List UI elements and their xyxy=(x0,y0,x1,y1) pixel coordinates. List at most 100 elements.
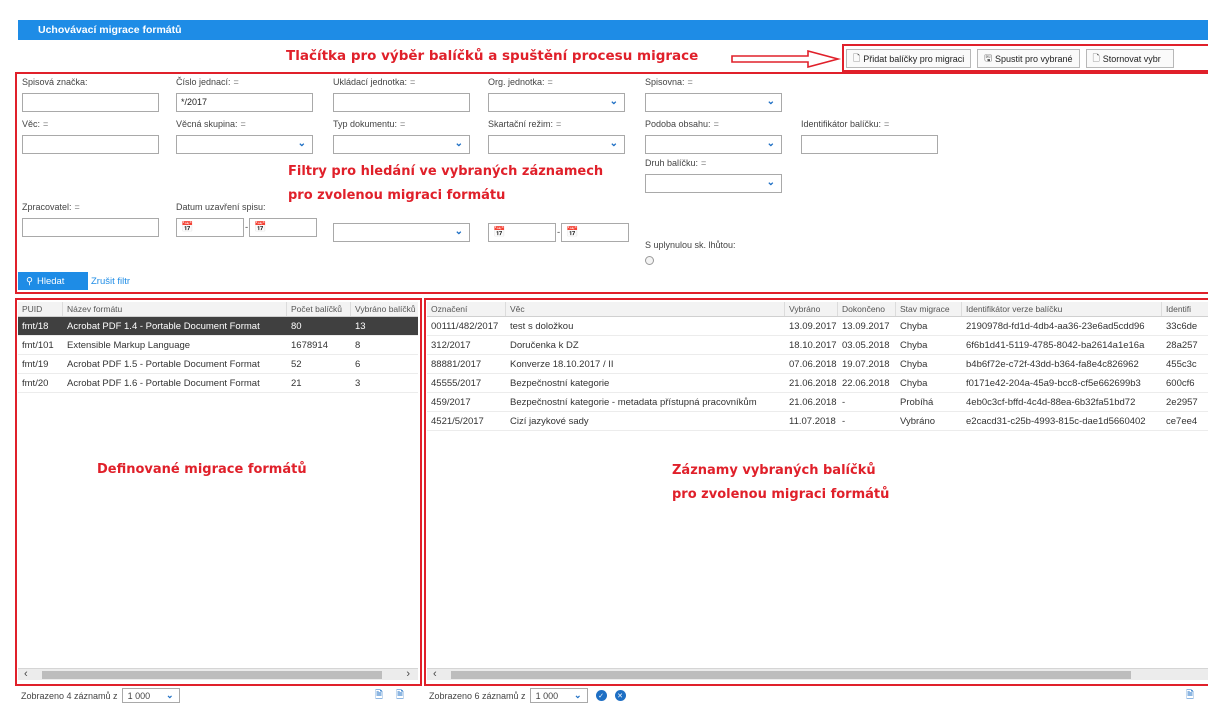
podoba-obsahu-select[interactable]: ⌄ xyxy=(645,135,782,154)
table-cell: 4eb0c3cf-bffd-4c4d-88ea-6b32fa51bd72 xyxy=(966,396,1136,408)
table-cell: - xyxy=(842,396,846,408)
vecna-skupina-select[interactable]: ⌄ xyxy=(176,135,313,154)
search-button[interactable]: ⚲ Hledat xyxy=(18,272,88,290)
typ-dokumentu-select[interactable]: ⌄ xyxy=(333,135,470,154)
left-horizontal-scrollbar[interactable]: ‹ › xyxy=(18,668,418,680)
scroll-left-icon[interactable]: ‹ xyxy=(24,668,28,680)
table-row[interactable]: 312/2017 Doručenka k DZ 18.10.2017 03.05.20… xyxy=(427,336,1208,355)
date-range: 📅 - 📅 xyxy=(176,218,318,237)
column-header[interactable]: Dokončeno xyxy=(838,302,896,316)
skartacni-rezim-select[interactable]: ⌄ xyxy=(488,135,625,154)
scroll-left-icon[interactable]: ‹ xyxy=(433,668,437,680)
table-cell: Bezpečnostní kategorie xyxy=(510,377,610,389)
export-icon[interactable]: 🗎 xyxy=(375,688,383,705)
cislo-jednaci-label: Číslo jednací: = xyxy=(176,77,239,87)
left-page-size-select[interactable]: 1 000 ⌄ xyxy=(121,688,180,703)
annotation-filters: Filtry pro hledání ve vybraných záznamec… xyxy=(288,160,638,208)
cislo-jednaci-input[interactable]: */2017 xyxy=(176,93,313,112)
table-cell: Acrobat PDF 1.5 - Portable Document Form… xyxy=(67,358,260,370)
org-jednotka-label: Org. jednotka: = xyxy=(488,77,553,87)
table-row[interactable]: 4521/5/2017 Cizí jazykové sady 11.07.2018-… xyxy=(427,412,1208,431)
unnamed-select[interactable]: ⌄ xyxy=(333,223,470,242)
column-header[interactable]: Věc xyxy=(506,302,785,316)
scroll-thumb[interactable] xyxy=(451,671,1131,679)
chevron-down-icon: ⌄ xyxy=(166,690,174,700)
spisova-znacka-input[interactable] xyxy=(22,93,159,112)
annotation-arrow xyxy=(731,50,842,68)
date-to-input[interactable]: 📅 xyxy=(249,218,318,237)
s-uplynulou-checkbox[interactable] xyxy=(645,256,654,265)
table-row[interactable]: 45555/2017 Bezpečnostní kategorie 21.06.20… xyxy=(427,374,1208,393)
close-circle-icon[interactable]: ✕ xyxy=(614,690,626,701)
calendar-icon: 📅 xyxy=(254,222,267,233)
selected-packages-table: Označení Věc Vybráno Dokončeno Stav migr… xyxy=(427,302,1208,431)
ukladaci-jednotka-label: Ukládací jednotka: = xyxy=(333,77,416,87)
table-cell: 312/2017 xyxy=(431,339,471,351)
date-from-input[interactable]: 📅 xyxy=(176,218,244,237)
table-row[interactable]: fmt/19 Acrobat PDF 1.5 - Portable Documen… xyxy=(18,355,418,374)
column-header[interactable]: Vybráno xyxy=(785,302,838,316)
table-cell: Extensible Markup Language xyxy=(67,339,191,351)
zpracovatel-input[interactable] xyxy=(22,218,159,237)
org-jednotka-select[interactable]: ⌄ xyxy=(488,93,625,112)
right-page-size-select[interactable]: 1 000 ⌄ xyxy=(529,688,588,703)
column-header[interactable]: PUID xyxy=(18,302,63,316)
column-header[interactable]: Vybráno balíčků xyxy=(351,302,418,316)
filter-unnamed-select: ⌄ xyxy=(333,223,470,242)
table-cell: b4b6f72e-c72f-43dd-b364-fa8e4c826962 xyxy=(966,358,1139,370)
column-header[interactable]: Název formátu xyxy=(63,302,287,316)
window-title: Uchovávací migrace formátů xyxy=(18,20,1208,40)
table-cell: 13 xyxy=(355,320,366,332)
add-packages-button[interactable]: 🗋 Přidat balíčky pro migraci xyxy=(846,49,972,68)
table-cell: 88881/2017 xyxy=(431,358,482,370)
column-header[interactable]: Stav migrace xyxy=(896,302,962,316)
table-cell: 13.09.2017 xyxy=(842,320,890,332)
chevron-down-icon: ⌄ xyxy=(454,226,463,237)
column-header[interactable]: Identifi xyxy=(1162,302,1208,316)
table-row[interactable]: 00111/482/2017 test s doložkou 13.09.2017 1… xyxy=(427,317,1208,336)
table-row[interactable]: fmt/18 Acrobat PDF 1.4 - Portable Documen… xyxy=(18,317,418,336)
table-cell: 21 xyxy=(291,377,302,389)
calendar-icon: 📅 xyxy=(493,227,506,238)
scroll-thumb[interactable] xyxy=(42,671,382,679)
filter-spisova-znacka: Spisová značka: xyxy=(22,77,159,112)
table-row[interactable]: fmt/20 Acrobat PDF 1.6 - Portable Documen… xyxy=(18,374,418,393)
check-circle-icon[interactable]: ✓ xyxy=(595,690,607,701)
column-header[interactable]: Označení xyxy=(427,302,506,316)
filter-podoba-obsahu: Podoba obsahu: = ⌄ xyxy=(645,119,782,154)
export-all-icon[interactable]: 🗎 xyxy=(396,688,404,705)
table-cell: Chyba xyxy=(900,377,928,389)
date-from-input-2[interactable]: 📅 xyxy=(488,223,556,242)
table-cell: Chyba xyxy=(900,339,928,351)
table-row[interactable]: fmt/101 Extensible Markup Language 1678914… xyxy=(18,336,418,355)
date-to-input-2[interactable]: 📅 xyxy=(561,223,630,242)
annotation-left-panel: Definované migrace formátů xyxy=(97,462,307,477)
table-cell: Acrobat PDF 1.6 - Portable Document Form… xyxy=(67,377,260,389)
column-header[interactable]: Počet balíčků xyxy=(287,302,351,316)
run-icon: 🖫 xyxy=(984,52,992,63)
table-row[interactable]: 459/2017 Bezpečnostní kategorie - metadat… xyxy=(427,393,1208,412)
right-page-size-value: 1 000 xyxy=(535,690,559,701)
spisovna-select[interactable]: ⌄ xyxy=(645,93,782,112)
table-row[interactable]: 88881/2017 Konverze 18.10.2017 / II 07.06.… xyxy=(427,355,1208,374)
run-selected-button[interactable]: 🖫 Spustit pro vybrané xyxy=(977,49,1080,68)
table-body: 00111/482/2017 test s doložkou 13.09.2017 1… xyxy=(427,317,1208,431)
clear-filter-link[interactable]: Zrušit filtr xyxy=(91,276,130,287)
column-header[interactable]: Identifikátor verze balíčku xyxy=(962,302,1162,316)
right-horizontal-scrollbar[interactable]: ‹ xyxy=(427,668,1208,680)
search-button-label: Hledat xyxy=(36,275,65,287)
date-range-2: 📅 - 📅 xyxy=(488,223,630,242)
search-icon: ⚲ xyxy=(26,275,33,287)
table-cell: 1678914 xyxy=(291,339,328,351)
table-cell: Chyba xyxy=(900,320,928,332)
cancel-selected-button[interactable]: 🗋 Stornovat vybr xyxy=(1085,49,1174,68)
scroll-right-icon[interactable]: › xyxy=(406,668,410,680)
identifikator-balicku-input[interactable] xyxy=(801,135,938,154)
export-icon[interactable]: 🗎 xyxy=(1186,688,1194,705)
podoba-obsahu-label: Podoba obsahu: = xyxy=(645,119,719,129)
chevron-down-icon: ⌄ xyxy=(297,138,306,149)
ukladaci-jednotka-input[interactable] xyxy=(333,93,470,112)
table-cell: 8 xyxy=(355,339,361,351)
druh-balicku-select[interactable]: ⌄ xyxy=(645,174,782,193)
vec-input[interactable] xyxy=(22,135,159,154)
